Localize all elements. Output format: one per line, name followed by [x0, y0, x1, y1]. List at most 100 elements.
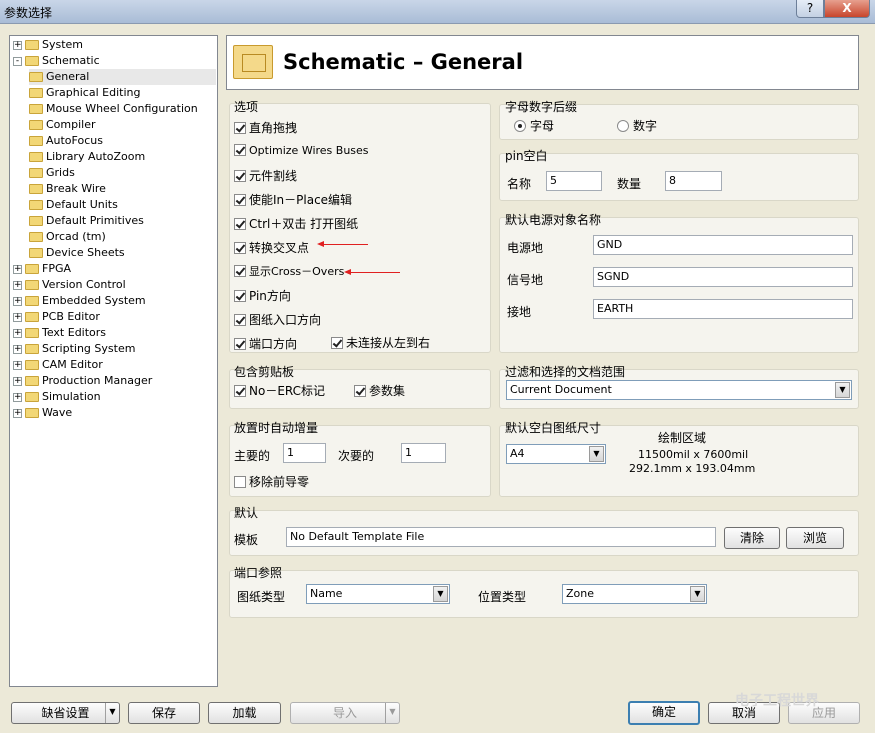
template-input[interactable]: No Default Template File — [286, 527, 716, 547]
tree-item-break-wire[interactable]: Break Wire — [29, 181, 216, 197]
checkbox[interactable] — [234, 242, 246, 254]
tree-item-system[interactable]: + System — [13, 37, 216, 53]
tree-item-default-units[interactable]: Default Units — [29, 197, 216, 213]
tree-item-cam-editor[interactable]: + CAM Editor — [13, 357, 216, 373]
checkbox[interactable] — [234, 290, 246, 302]
signal-ground-input[interactable]: SGND — [593, 267, 853, 287]
checkbox[interactable] — [234, 385, 246, 397]
radio-number[interactable]: 数字 — [617, 117, 657, 134]
close-button[interactable]: X — [824, 0, 870, 18]
tree-item-simulation[interactable]: + Simulation — [13, 389, 216, 405]
clear-button[interactable]: 清除 — [724, 527, 780, 549]
option-item[interactable]: 端口方向 — [234, 335, 297, 352]
ok-button[interactable]: 确定 — [628, 701, 700, 725]
primary-input[interactable]: 1 — [283, 443, 326, 463]
expand-icon[interactable]: + — [13, 344, 22, 354]
tree-item-schematic[interactable]: - Schematic — [13, 53, 216, 69]
option-item[interactable]: Pin方向 — [234, 287, 291, 304]
option-item[interactable]: 元件割线 — [234, 167, 297, 184]
import-button[interactable]: 导入 ▼ — [290, 702, 400, 724]
option-item[interactable]: 使能In－Place编辑 — [234, 191, 352, 208]
tree-item-pcb-editor[interactable]: + PCB Editor — [13, 309, 216, 325]
option-item[interactable]: 图纸入口方向 — [234, 311, 321, 328]
checkbox[interactable] — [234, 218, 246, 230]
expand-icon[interactable]: + — [13, 328, 22, 338]
tree-item-device-sheets[interactable]: Device Sheets — [29, 245, 216, 261]
chevron-down-icon[interactable]: ▼ — [589, 446, 604, 462]
option-item[interactable]: Optimize Wires Buses — [234, 143, 369, 157]
expand-icon[interactable]: + — [13, 280, 22, 290]
load-button[interactable]: 加载 — [208, 702, 281, 724]
radio-button[interactable] — [617, 120, 629, 132]
checkbox[interactable] — [354, 385, 366, 397]
location-type-select[interactable]: Zone ▼ — [562, 584, 707, 604]
browse-button[interactable]: 浏览 — [786, 527, 844, 549]
tree-item-label: Break Wire — [46, 182, 106, 195]
chevron-down-icon[interactable]: ▼ — [690, 586, 705, 602]
tree-item-orcad-tm-[interactable]: Orcad (tm) — [29, 229, 216, 245]
expand-icon[interactable]: + — [13, 296, 22, 306]
checkbox[interactable] — [234, 194, 246, 206]
checkbox[interactable] — [234, 338, 246, 350]
tree-item-compiler[interactable]: Compiler — [29, 117, 216, 133]
expand-icon[interactable]: + — [13, 40, 22, 50]
category-tree[interactable]: + System - Schematic General Graphical Editin… — [9, 35, 218, 687]
tree-item-wave[interactable]: + Wave — [13, 405, 216, 421]
checkbox[interactable] — [234, 314, 246, 326]
defaults-button[interactable]: 缺省设置 ▼ — [11, 702, 120, 724]
checkbox[interactable] — [331, 337, 343, 349]
filter-scope-select[interactable]: Current Document ▼ — [506, 380, 852, 400]
tree-item-production-manager[interactable]: + Production Manager — [13, 373, 216, 389]
power-ground-input[interactable]: GND — [593, 235, 853, 255]
earth-input[interactable]: EARTH — [593, 299, 853, 319]
chevron-down-icon[interactable]: ▼ — [433, 586, 448, 602]
pin-name-input[interactable]: 5 — [546, 171, 602, 191]
tree-item-grids[interactable]: Grids — [29, 165, 216, 181]
option-remove-leading-zeros[interactable]: 移除前导零 — [234, 473, 309, 490]
save-button[interactable]: 保存 — [128, 702, 200, 724]
expand-icon[interactable]: + — [13, 376, 22, 386]
tree-item-scripting-system[interactable]: + Scripting System — [13, 341, 216, 357]
expand-icon[interactable]: + — [13, 408, 22, 418]
tree-item-version-control[interactable]: + Version Control — [13, 277, 216, 293]
option-parameter-sets[interactable]: 参数集 — [354, 382, 405, 399]
checkbox[interactable] — [234, 170, 246, 182]
option-item[interactable]: 显示Cross－Overs — [234, 263, 344, 279]
tree-item-default-primitives[interactable]: Default Primitives — [29, 213, 216, 229]
chevron-down-icon[interactable]: ▼ — [385, 703, 399, 723]
collapse-icon[interactable]: - — [13, 56, 22, 66]
checkbox[interactable] — [234, 265, 246, 277]
pin-number-input[interactable]: 8 — [665, 171, 722, 191]
expand-icon[interactable]: + — [13, 312, 22, 322]
expand-icon[interactable]: + — [13, 264, 22, 274]
checkbox[interactable] — [234, 122, 246, 134]
option-item[interactable]: Ctrl＋双击 打开图纸 — [234, 215, 358, 232]
option-unconnected-left-to-right[interactable]: 未连接从左到右 — [331, 334, 430, 351]
option-item[interactable]: 直角拖拽 — [234, 119, 297, 136]
tree-item-mouse-wheel-configuration[interactable]: Mouse Wheel Configuration — [29, 101, 216, 117]
checkbox[interactable] — [234, 476, 246, 488]
tree-item-embedded-system[interactable]: + Embedded System — [13, 293, 216, 309]
tree-item-general[interactable]: General — [29, 69, 216, 85]
folder-icon — [25, 40, 39, 50]
expand-icon[interactable]: + — [13, 392, 22, 402]
radio-letter[interactable]: 字母 — [514, 117, 554, 134]
tree-item-text-editors[interactable]: + Text Editors — [13, 325, 216, 341]
sheet-size-select[interactable]: A4 ▼ — [506, 444, 606, 464]
tree-item-label: Default Units — [46, 198, 118, 211]
option-no-erc[interactable]: No－ERC标记 — [234, 382, 325, 399]
radio-button[interactable] — [514, 120, 526, 132]
tree-item-graphical-editing[interactable]: Graphical Editing — [29, 85, 216, 101]
expand-icon[interactable]: + — [13, 360, 22, 370]
tree-item-fpga[interactable]: + FPGA — [13, 261, 216, 277]
tree-item-library-autozoom[interactable]: Library AutoZoom — [29, 149, 216, 165]
help-button[interactable]: ? — [796, 0, 824, 18]
option-item[interactable]: 转换交叉点 — [234, 239, 309, 256]
chevron-down-icon[interactable]: ▼ — [835, 382, 850, 398]
checkbox[interactable] — [234, 144, 246, 156]
chevron-down-icon[interactable]: ▼ — [105, 703, 119, 723]
secondary-input[interactable]: 1 — [401, 443, 446, 463]
sheet-type-select[interactable]: Name ▼ — [306, 584, 450, 604]
port-ref-label: 端口参照 — [234, 566, 283, 580]
tree-item-autofocus[interactable]: AutoFocus — [29, 133, 216, 149]
